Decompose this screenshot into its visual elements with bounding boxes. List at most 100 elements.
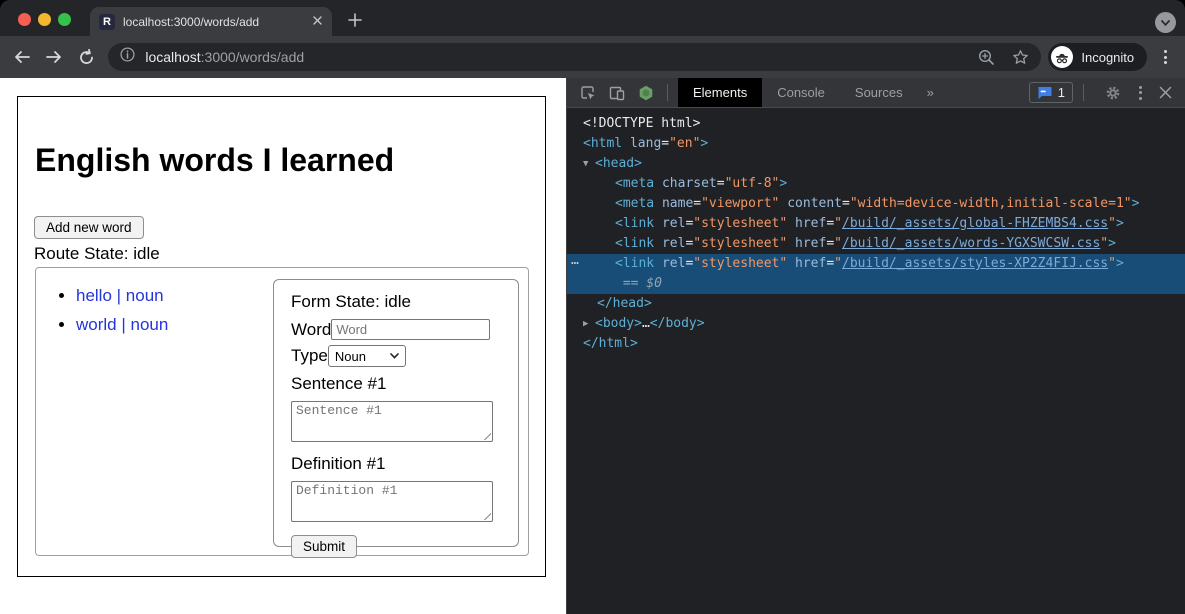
- code-token: ": [834, 236, 842, 251]
- code-token: >: [700, 136, 708, 151]
- minimize-window-button[interactable]: [38, 13, 51, 26]
- collapse-icon[interactable]: ▼: [583, 154, 592, 174]
- code-token: <body>: [595, 316, 642, 331]
- code-token: >: [1116, 256, 1124, 271]
- code-token: rel: [654, 256, 685, 271]
- type-select-value: Noun: [335, 349, 366, 364]
- code-token: </body>: [650, 316, 705, 331]
- tab-title: localhost:3000/words/add: [123, 15, 312, 29]
- browser-window: R localhost:3000/words/add localhost: [0, 0, 1185, 614]
- form-state-text: Form State: idle: [291, 292, 501, 312]
- tab-search-button[interactable]: [1155, 12, 1176, 33]
- reload-button[interactable]: [74, 44, 98, 70]
- code-token: <head>: [595, 156, 642, 171]
- url-host: localhost: [145, 49, 200, 65]
- code-line[interactable]: <meta charset="utf-8">: [567, 174, 1185, 194]
- bookmark-star-icon[interactable]: [1012, 49, 1029, 66]
- definition-textarea[interactable]: [291, 481, 493, 522]
- device-toolbar-icon[interactable]: [609, 85, 625, 101]
- code-line[interactable]: <meta name="viewport" content="width=dev…: [567, 194, 1185, 214]
- tab-close-icon[interactable]: [312, 13, 323, 31]
- code-token: =: [826, 216, 834, 231]
- code-token: <meta: [615, 196, 654, 211]
- add-new-word-button[interactable]: Add new word: [34, 216, 144, 239]
- inspect-element-icon[interactable]: [580, 85, 596, 101]
- submit-button[interactable]: Submit: [291, 535, 357, 558]
- content-area: English words I learned Add new word Rou…: [0, 78, 1185, 614]
- definition-label: Definition #1: [291, 454, 501, 474]
- code-token: ": [1100, 236, 1108, 251]
- devtools-tabs: ElementsConsoleSources: [678, 78, 918, 107]
- code-token: =: [693, 196, 701, 211]
- code-token: /build/_assets/global-FHZEMBS4.css: [842, 216, 1108, 231]
- code-token: charset: [654, 176, 717, 191]
- code-token: ": [834, 256, 842, 271]
- add-word-form: Form State: idle Word Type Noun: [273, 279, 519, 547]
- forward-button[interactable]: [42, 44, 66, 70]
- code-token: ": [1108, 216, 1116, 231]
- code-token: rel: [654, 216, 685, 231]
- code-token: <html: [583, 136, 622, 151]
- code-token: == $0: [615, 276, 662, 291]
- sentence-textarea[interactable]: [291, 401, 493, 442]
- code-line[interactable]: </head>: [567, 294, 1185, 314]
- browser-menu-icon[interactable]: [1158, 50, 1173, 64]
- fullscreen-window-button[interactable]: [58, 13, 71, 26]
- code-token: =: [842, 196, 850, 211]
- code-token: ": [834, 216, 842, 231]
- word-list-item: world | noun: [76, 315, 168, 335]
- expand-icon[interactable]: ▶: [583, 314, 592, 334]
- code-line[interactable]: <link rel="stylesheet" href="/build/_ass…: [567, 214, 1185, 234]
- tab-elements[interactable]: Elements: [678, 78, 762, 107]
- page-info-icon[interactable]: [120, 47, 135, 67]
- word-input[interactable]: [331, 319, 490, 340]
- elements-tree: <!DOCTYPE html><html lang="en">▼<head><m…: [567, 108, 1185, 354]
- code-token: >: [1116, 216, 1124, 231]
- code-line[interactable]: ▶<body>…</body>: [567, 314, 1185, 334]
- word-label: Word: [291, 320, 331, 340]
- code-token: <!DOCTYPE html>: [583, 116, 700, 131]
- browser-tab[interactable]: R localhost:3000/words/add: [90, 7, 332, 36]
- code-line[interactable]: <link rel="stylesheet" href="/build/_ass…: [567, 234, 1185, 254]
- settings-gear-icon[interactable]: [1105, 85, 1121, 101]
- new-tab-button[interactable]: [346, 11, 364, 29]
- code-token: "utf-8": [725, 176, 780, 191]
- url-text: localhost:3000/words/add: [145, 49, 304, 65]
- tab-console[interactable]: Console: [762, 78, 840, 107]
- address-bar[interactable]: localhost:3000/words/add: [108, 43, 1041, 71]
- node-devtools-icon[interactable]: [638, 85, 654, 101]
- close-devtools-icon[interactable]: [1157, 85, 1173, 101]
- issues-count: 1: [1058, 85, 1065, 100]
- code-token: href: [787, 216, 826, 231]
- back-button[interactable]: [10, 44, 34, 70]
- code-token: >: [1132, 196, 1140, 211]
- code-line[interactable]: <html lang="en">: [567, 134, 1185, 154]
- word-list: hello | noun world | noun: [36, 286, 168, 344]
- issues-counter[interactable]: 1: [1029, 82, 1073, 103]
- code-token: "stylesheet": [693, 216, 787, 231]
- type-label: Type: [291, 346, 328, 366]
- code-line[interactable]: == $0: [567, 274, 1185, 294]
- code-token: "viewport": [701, 196, 779, 211]
- code-line[interactable]: ▼<head>: [567, 154, 1185, 174]
- code-token: href: [787, 236, 826, 251]
- route-state-text: Route State: idle: [34, 244, 160, 264]
- code-line[interactable]: <!DOCTYPE html>: [567, 114, 1185, 134]
- tab-sources[interactable]: Sources: [840, 78, 918, 107]
- node-menu-icon[interactable]: …: [571, 251, 580, 271]
- code-token: </head>: [597, 296, 652, 311]
- word-link[interactable]: hello | noun: [76, 286, 164, 305]
- close-window-button[interactable]: [18, 13, 31, 26]
- type-select[interactable]: Noun: [328, 345, 406, 367]
- code-line[interactable]: …<link rel="stylesheet" href="/build/_as…: [567, 254, 1185, 274]
- code-token: >: [779, 176, 787, 191]
- zoom-level-icon[interactable]: [978, 49, 995, 66]
- devtools-menu-icon[interactable]: [1135, 86, 1145, 100]
- tab-strip: R localhost:3000/words/add: [0, 0, 1185, 36]
- words-panel: hello | noun world | noun Form State: idl…: [35, 267, 529, 556]
- code-token: content: [779, 196, 842, 211]
- code-token: >: [1108, 236, 1116, 251]
- code-line[interactable]: </html>: [567, 334, 1185, 354]
- more-tabs-icon[interactable]: »: [927, 85, 934, 100]
- word-link[interactable]: world | noun: [76, 315, 168, 334]
